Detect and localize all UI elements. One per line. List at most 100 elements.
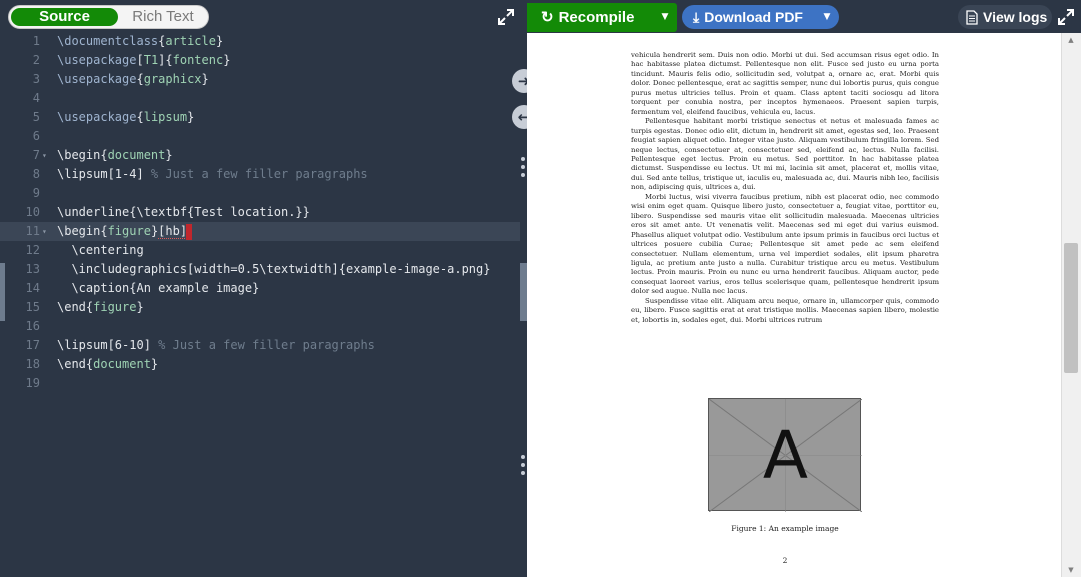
pdf-scroll-thumb[interactable] bbox=[1064, 243, 1078, 373]
code-token: document bbox=[93, 357, 151, 371]
code-text: \end{figure} bbox=[57, 298, 144, 317]
code-text: \includegraphics[width=0.5\textwidth]{ex… bbox=[57, 260, 490, 279]
line-number: 8 bbox=[32, 167, 40, 181]
scroll-up-icon[interactable]: ▲ bbox=[1064, 35, 1078, 45]
scroll-down-icon[interactable]: ▼ bbox=[1064, 565, 1078, 575]
code-token: lipsum bbox=[143, 110, 188, 124]
code-line[interactable]: 14 \caption{An example image} bbox=[0, 279, 520, 298]
code-token: } bbox=[215, 34, 224, 48]
line-number: 3 bbox=[32, 72, 40, 86]
download-options-chevron-down-icon[interactable]: ▼ bbox=[819, 5, 835, 29]
code-text: \centering bbox=[57, 241, 144, 260]
code-token: } bbox=[150, 357, 159, 371]
line-number: 11 bbox=[25, 224, 40, 238]
code-line[interactable]: 2 \usepackage[T1]{fontenc} bbox=[0, 51, 520, 70]
code-token: figure bbox=[93, 300, 137, 314]
figure-caption: Figure 1: An example image bbox=[731, 524, 839, 533]
code-token: % Just a few filler paragraphs bbox=[158, 338, 375, 352]
line-number: 12 bbox=[25, 243, 40, 257]
code-text: \end{document} bbox=[57, 355, 158, 374]
download-pdf-button[interactable]: ⤓ Download PDF ▼ bbox=[682, 5, 839, 29]
code-token: \end{ bbox=[57, 300, 94, 314]
pdf-paragraph: Suspendisse vitae elit. Aliquam arcu neq… bbox=[631, 296, 939, 324]
code-text: \usepackage[T1]{fontenc} bbox=[57, 51, 230, 70]
code-text: \begin{figure}[hb] bbox=[57, 222, 188, 241]
view-logs-label: View logs bbox=[983, 9, 1048, 25]
recompile-main[interactable]: ↻ Recompile bbox=[541, 3, 634, 32]
code-text: \usepackage{lipsum} bbox=[57, 108, 194, 127]
recompile-options-chevron-down-icon[interactable]: ▼ bbox=[653, 3, 677, 32]
editor-collapse-handle[interactable] bbox=[520, 263, 527, 321]
line-number: 5 bbox=[32, 110, 40, 124]
pdf-paragraph: Pellentesque habitant morbi tristique se… bbox=[631, 117, 939, 192]
code-token: \lipsum[1-4] bbox=[57, 167, 151, 181]
pdf-paragraph: vehicula hendrerit sem. Duis non odio. M… bbox=[631, 51, 939, 116]
code-line[interactable]: 4 bbox=[0, 89, 520, 108]
splitter-grip-top[interactable] bbox=[521, 157, 525, 183]
code-text: \usepackage{graphicx} bbox=[57, 70, 209, 89]
line-number: 18 bbox=[25, 357, 40, 371]
code-token: \documentclass bbox=[57, 34, 159, 48]
code-token: \centering bbox=[57, 243, 144, 257]
code-line[interactable]: 10 \underline{\textbf{Test location.}} bbox=[0, 203, 520, 222]
editor-pane: Source Rich Text 1 \documentclass{article… bbox=[0, 0, 520, 577]
pdf-viewer[interactable]: vehicula hendrerit sem. Duis non odio. M… bbox=[527, 33, 1081, 577]
code-line[interactable]: 12 \centering bbox=[0, 241, 520, 260]
line-number: 15 bbox=[25, 300, 40, 314]
code-text: \lipsum[1-4] % Just a few filler paragra… bbox=[57, 165, 368, 184]
code-token: \begin{ bbox=[57, 148, 108, 162]
line-number: 19 bbox=[25, 376, 40, 390]
code-line[interactable]: 5 \usepackage{lipsum} bbox=[0, 108, 520, 127]
code-token: \usepackage bbox=[57, 53, 137, 67]
code-line[interactable]: 3 \usepackage{graphicx} bbox=[0, 70, 520, 89]
view-logs-button[interactable]: View logs bbox=[958, 5, 1052, 29]
code-token: \usepackage bbox=[57, 72, 137, 86]
code-token: article bbox=[165, 34, 216, 48]
code-line[interactable]: 19 bbox=[0, 374, 520, 393]
code-line[interactable]: 6 bbox=[0, 127, 520, 146]
expand-icon[interactable] bbox=[497, 8, 515, 26]
line-number: 1 bbox=[32, 34, 40, 48]
code-token: T1 bbox=[143, 53, 159, 67]
fold-chevron-down-icon[interactable]: ▾ bbox=[42, 222, 52, 241]
code-text: \caption{An example image} bbox=[57, 279, 259, 298]
code-line[interactable]: 1 \documentclass{article} bbox=[0, 32, 520, 51]
pdf-body-text: vehicula hendrerit sem. Duis non odio. M… bbox=[631, 51, 939, 325]
rich-text-mode-button[interactable]: Rich Text bbox=[118, 8, 208, 26]
code-token: { bbox=[136, 110, 144, 124]
code-editor[interactable]: 1 \documentclass{article} 2 \usepackage[T1]… bbox=[0, 31, 520, 577]
code-line[interactable]: 17 \lipsum[6-10] % Just a few filler para… bbox=[0, 336, 520, 355]
fold-chevron-down-icon[interactable]: ▾ bbox=[42, 146, 52, 165]
recompile-button[interactable]: ↻ Recompile ▼ bbox=[527, 3, 677, 32]
code-token: } bbox=[165, 148, 173, 162]
splitter-grip-bottom[interactable] bbox=[521, 455, 525, 481]
code-line[interactable]: 13 \includegraphics[width=0.5\textwidth]… bbox=[0, 260, 520, 279]
line-number: 6 bbox=[32, 129, 40, 143]
left-panel-toggle[interactable] bbox=[0, 263, 5, 321]
code-line[interactable]: 15 \end{figure} bbox=[0, 298, 520, 317]
line-number: 14 bbox=[25, 281, 40, 295]
source-mode-button[interactable]: Source bbox=[11, 8, 118, 26]
line-number: 17 bbox=[25, 338, 40, 352]
line-number: 16 bbox=[25, 319, 40, 333]
code-line[interactable]: 11 ▾ \begin{figure}[hb] bbox=[0, 222, 520, 241]
code-line[interactable]: 8 \lipsum[1-4] % Just a few filler paragr… bbox=[0, 165, 520, 184]
code-line[interactable]: 18 \end{document} bbox=[0, 355, 520, 374]
code-token: figure bbox=[107, 224, 151, 238]
line-number: 10 bbox=[25, 205, 40, 219]
code-line[interactable]: 7 ▾ \begin{document} bbox=[0, 146, 520, 165]
code-token: \caption{An example image} bbox=[57, 281, 260, 295]
code-text: \documentclass{article} bbox=[57, 32, 223, 51]
text-cursor bbox=[186, 224, 192, 240]
figure-letter: A bbox=[762, 417, 809, 494]
code-token: graphicx bbox=[143, 72, 202, 86]
editor-mode-toggle[interactable]: Source Rich Text bbox=[8, 5, 209, 29]
code-token: [hb] bbox=[158, 224, 188, 239]
code-token: } bbox=[136, 300, 144, 314]
code-token: { bbox=[136, 72, 144, 86]
code-line[interactable]: 9 bbox=[0, 184, 520, 203]
pdf-page: vehicula hendrerit sem. Duis non odio. M… bbox=[527, 33, 1060, 577]
expand-icon[interactable] bbox=[1057, 8, 1075, 26]
download-pdf-main[interactable]: ⤓ Download PDF bbox=[693, 5, 803, 29]
code-line[interactable]: 16 bbox=[0, 317, 520, 336]
